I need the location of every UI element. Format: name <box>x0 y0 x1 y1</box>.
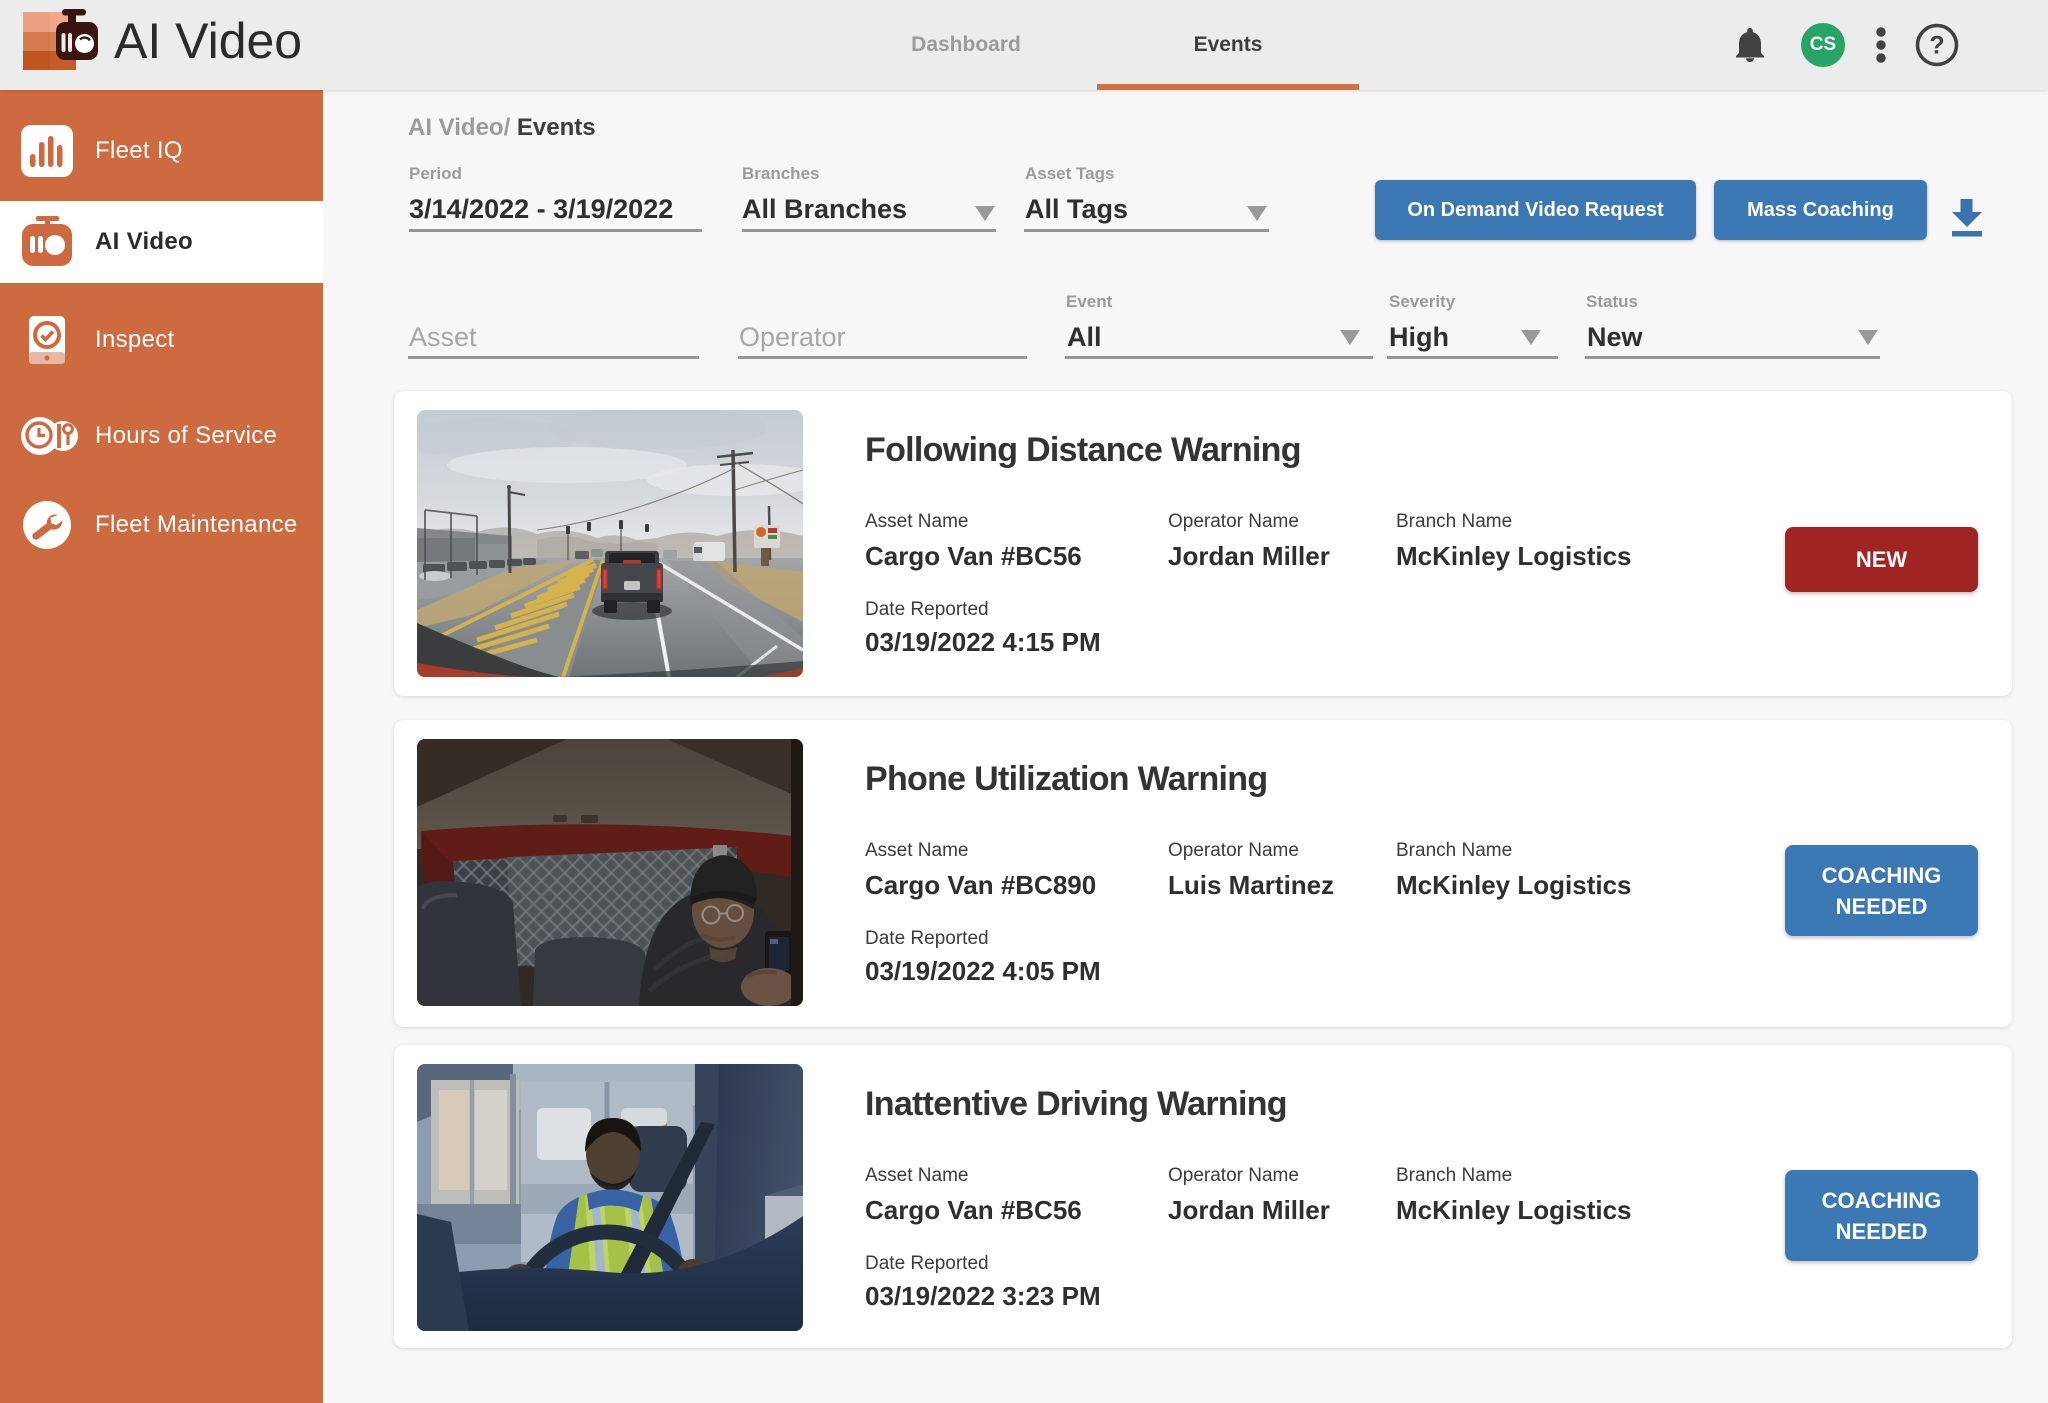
svg-text:?: ? <box>1929 32 1944 60</box>
